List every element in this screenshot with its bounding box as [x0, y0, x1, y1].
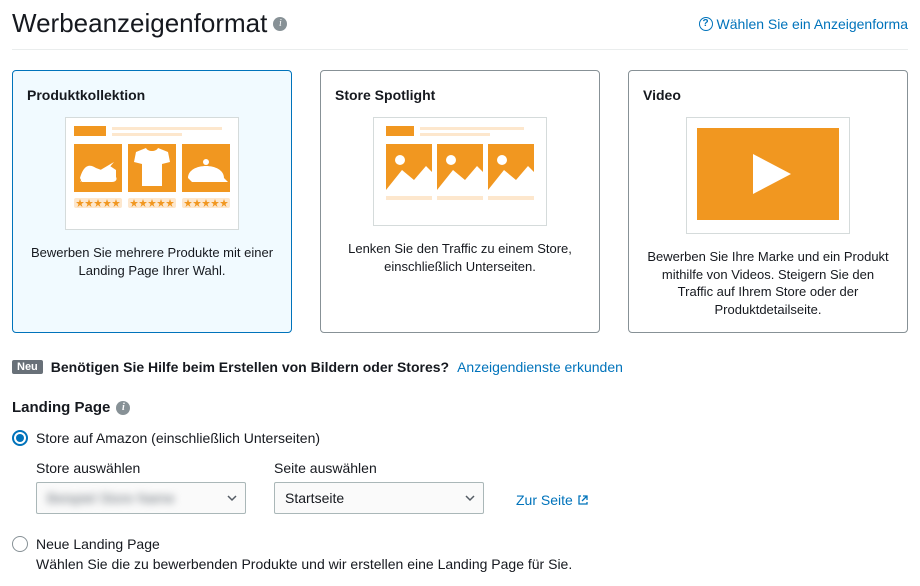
page-select-value: Startseite: [285, 490, 344, 506]
to-page-link[interactable]: Zur Seite: [516, 492, 589, 508]
choose-ad-format-link[interactable]: ? Wählen Sie ein Anzeigenforma: [699, 16, 908, 32]
card-video[interactable]: Video Bewerben Sie Ihre Marke und ein Pr…: [628, 70, 908, 333]
card-title: Produktkollektion: [27, 87, 277, 103]
page-title: Werbeanzeigenformat i: [12, 8, 287, 39]
new-landing-desc: Wählen Sie die zu bewerbenden Produkte u…: [36, 556, 908, 572]
info-icon[interactable]: i: [273, 17, 287, 31]
store-select-label: Store auswählen: [36, 460, 246, 476]
landing-page-label-text: Landing Page: [12, 399, 110, 416]
product-collection-icon: [65, 117, 239, 230]
help-icon: ?: [699, 17, 713, 31]
external-link-icon: [577, 494, 589, 506]
radio-icon: [12, 430, 28, 446]
card-desc: Bewerben Sie Ihre Marke und ein Produkt …: [643, 248, 893, 318]
page-title-text: Werbeanzeigenformat: [12, 8, 267, 39]
page-select-label: Seite auswählen: [274, 460, 484, 476]
radio-icon: [12, 536, 28, 552]
store-select[interactable]: Beispiel Store Name: [36, 482, 246, 514]
radio-label: Neue Landing Page: [36, 536, 160, 552]
radio-label: Store auf Amazon (einschließlich Unterse…: [36, 430, 320, 446]
info-icon[interactable]: i: [116, 401, 130, 415]
explore-services-link[interactable]: Anzeigendienste erkunden: [457, 359, 623, 375]
store-select-value: Beispiel Store Name: [47, 490, 175, 506]
radio-new-landing-page[interactable]: Neue Landing Page: [12, 536, 908, 552]
card-desc: Lenken Sie den Traffic zu einem Store, e…: [335, 240, 585, 275]
landing-page-label: Landing Page i: [12, 399, 908, 416]
store-spotlight-icon: [373, 117, 547, 226]
new-badge: Neu: [12, 360, 43, 374]
choose-ad-format-link-text: Wählen Sie ein Anzeigenforma: [717, 16, 908, 32]
card-desc: Bewerben Sie mehrere Produkte mit einer …: [27, 244, 277, 279]
card-title: Store Spotlight: [335, 87, 585, 103]
card-title: Video: [643, 87, 893, 103]
chevron-down-icon: [227, 493, 237, 503]
to-page-text: Zur Seite: [516, 492, 573, 508]
card-store-spotlight[interactable]: Store Spotlight: [320, 70, 600, 333]
page-select[interactable]: Startseite: [274, 482, 484, 514]
radio-store-on-amazon[interactable]: Store auf Amazon (einschließlich Unterse…: [12, 430, 908, 446]
help-row: Neu Benötigen Sie Hilfe beim Erstellen v…: [12, 359, 908, 375]
help-text: Benötigen Sie Hilfe beim Erstellen von B…: [51, 359, 449, 375]
video-icon: [686, 117, 850, 234]
chevron-down-icon: [465, 493, 475, 503]
card-product-collection[interactable]: Produktkollektion: [12, 70, 292, 333]
